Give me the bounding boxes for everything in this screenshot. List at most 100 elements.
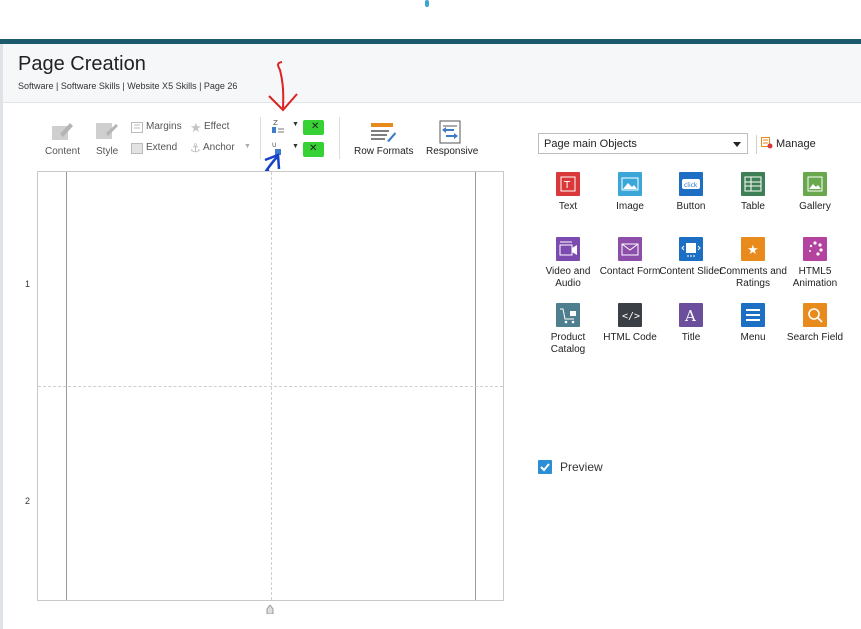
left-edge	[0, 44, 3, 629]
separator	[756, 135, 757, 154]
object-content-slider[interactable]: Content Slider	[657, 237, 725, 289]
gallery-icon	[803, 172, 827, 196]
object-label: Contact Form	[599, 266, 661, 277]
video-icon	[556, 237, 580, 261]
green-highlight: ✕	[303, 120, 324, 135]
resize-handle[interactable]	[266, 605, 274, 614]
object-gallery[interactable]: Gallery	[781, 172, 849, 212]
anchor-button[interactable]: ⚓ Anchor ▼	[190, 141, 251, 155]
margins-label: Margins	[146, 121, 182, 132]
object-label: HTML5 Animation	[792, 266, 838, 289]
chevron-down-icon: ▼	[244, 143, 251, 150]
object-product-catalog[interactable]: Product Catalog	[534, 303, 602, 355]
row-number: 1	[25, 279, 31, 289]
object-label: Button	[676, 201, 706, 212]
close-icon: ✕	[309, 143, 318, 154]
margins-button[interactable]: Margins	[131, 121, 186, 134]
style-label: Style	[96, 146, 119, 157]
chevron-down-icon	[733, 142, 741, 147]
responsive-icon	[439, 120, 461, 144]
preview-checkbox[interactable]	[538, 460, 552, 474]
object-label: Comments and Ratings	[719, 266, 787, 289]
object-contact-form[interactable]: Contact Form	[596, 237, 664, 289]
object-label: Title	[681, 332, 701, 343]
star-icon: ★	[190, 120, 202, 135]
toolbar-separator	[339, 117, 340, 159]
svg-text:U: U	[272, 142, 276, 149]
dropdown-value: Page main Objects	[544, 138, 637, 150]
row-formats-button[interactable]: Row Formats	[351, 120, 413, 160]
insert-row-button[interactable]: Z ▼ ✕	[271, 118, 326, 136]
style-icon	[96, 123, 118, 139]
object-label: HTML Code	[603, 332, 657, 343]
slider-icon	[679, 237, 703, 261]
anchor-label: Anchor	[203, 142, 235, 153]
green-highlight: ✕	[303, 142, 324, 157]
chevron-down-icon: ▼	[292, 121, 299, 128]
button-icon: click	[679, 172, 703, 196]
object-label: Menu	[740, 332, 766, 343]
cart-icon	[556, 303, 580, 327]
top-marker	[425, 0, 429, 7]
svg-text:</>: </>	[622, 311, 640, 322]
margins-icon	[131, 122, 143, 133]
object-label: Table	[741, 201, 765, 212]
row-formats-label: Row Formats	[354, 146, 414, 157]
object-video-and-audio[interactable]: Video and Audio	[534, 237, 602, 289]
insert-row-icon: Z	[272, 119, 284, 133]
svg-text:Z: Z	[273, 119, 278, 127]
object-button[interactable]: click Button	[657, 172, 725, 212]
object-label: Search Field	[786, 332, 844, 343]
content-button[interactable]: Content	[40, 120, 84, 160]
anchor-icon: ⚓	[190, 141, 201, 155]
breadcrumb: Software | Software Skills | Website X5 …	[18, 81, 238, 91]
search-icon	[803, 303, 827, 327]
object-label: Text	[558, 201, 578, 212]
object-label: Image	[616, 201, 644, 212]
effect-button[interactable]: ★ Effect	[190, 120, 235, 135]
animation-icon	[803, 237, 827, 261]
text-icon: T	[556, 172, 580, 196]
effect-label: Effect	[204, 121, 230, 132]
pencil-icon	[52, 123, 73, 140]
chevron-down-icon: ▼	[292, 143, 299, 150]
object-comments-and-ratings[interactable]: ★ Comments and Ratings	[719, 237, 787, 301]
page-title: Page Creation	[18, 53, 146, 75]
envelope-icon	[618, 237, 642, 261]
svg-text:★: ★	[747, 243, 759, 258]
row-formats-icon	[371, 123, 396, 142]
red-arrow-annotation	[268, 61, 298, 112]
star-icon: ★	[741, 237, 765, 261]
object-text[interactable]: T Text	[534, 172, 602, 212]
svg-text:T: T	[563, 180, 571, 191]
extend-button[interactable]: Extend	[131, 142, 186, 155]
extend-label: Extend	[146, 142, 178, 153]
layout-grid[interactable]	[37, 171, 504, 601]
object-title[interactable]: A Title	[657, 303, 725, 343]
object-table[interactable]: Table	[719, 172, 787, 212]
object-label: Product Catalog	[550, 332, 586, 355]
object-html5-animation[interactable]: HTML5 Animation	[781, 237, 849, 289]
table-icon	[741, 172, 765, 196]
responsive-label: Responsive	[426, 146, 479, 157]
page-header: Page Creation Software | Software Skills…	[3, 44, 861, 103]
object-label: Gallery	[799, 201, 831, 212]
objects-dropdown[interactable]: Page main Objects	[538, 133, 748, 154]
responsive-button[interactable]: Responsive	[423, 120, 479, 160]
row-number: 2	[25, 496, 31, 506]
extend-icon	[131, 143, 143, 154]
object-menu[interactable]: Menu	[719, 303, 787, 343]
row-divider	[38, 386, 503, 387]
check-icon	[540, 463, 550, 472]
object-search-field[interactable]: Search Field	[781, 303, 849, 355]
manage-icon	[761, 137, 773, 149]
style-button[interactable]: Style	[92, 120, 126, 160]
object-html-code[interactable]: </> HTML Code	[596, 303, 664, 355]
svg-text:click: click	[684, 182, 698, 189]
manage-label: Manage	[776, 138, 816, 150]
svg-text:A: A	[684, 307, 696, 325]
object-label: Content Slider	[659, 266, 723, 277]
object-image[interactable]: Image	[596, 172, 664, 212]
preview-label: Preview	[560, 460, 603, 474]
object-label: Video and Audio	[545, 266, 591, 289]
